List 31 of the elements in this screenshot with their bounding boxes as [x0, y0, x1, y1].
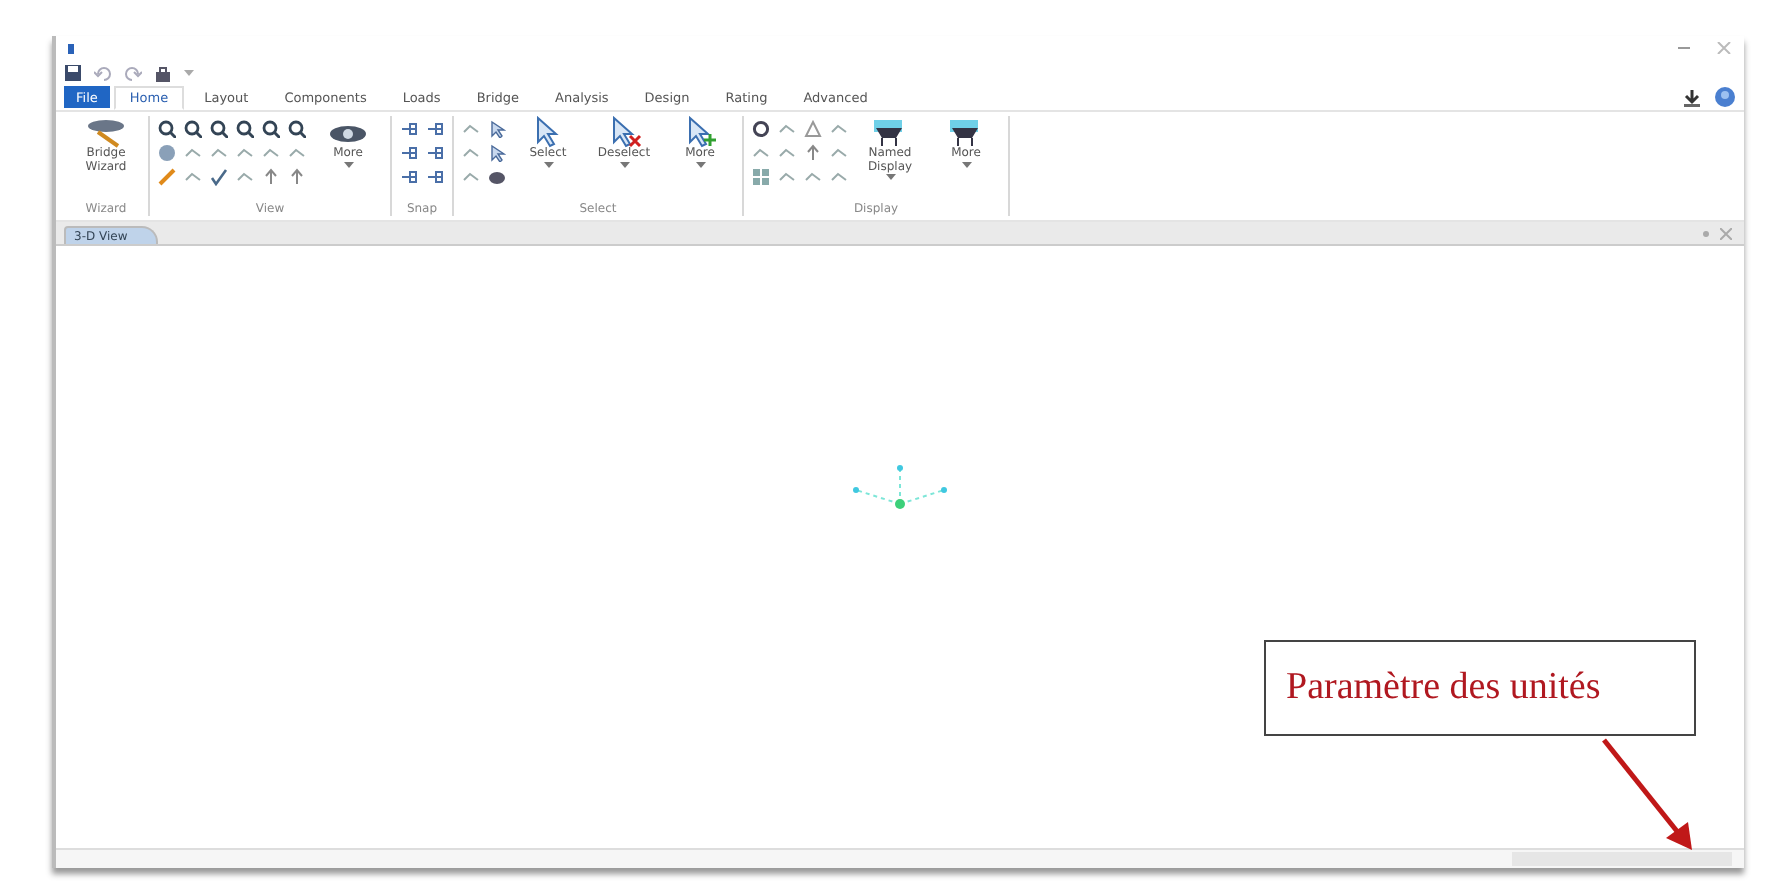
dropdown-icon[interactable]	[184, 67, 194, 77]
magnifier-icon[interactable]	[210, 120, 228, 138]
triangle-icon[interactable]	[804, 120, 822, 138]
redo-icon[interactable]	[124, 63, 142, 81]
ring-icon[interactable]	[752, 120, 770, 138]
close-icon[interactable]	[1720, 227, 1732, 239]
download-icon[interactable]	[1682, 87, 1702, 107]
snap-icon[interactable]	[400, 144, 418, 162]
snap-icon[interactable]	[426, 144, 444, 162]
snap-icon[interactable]	[400, 168, 418, 186]
arrow-icon[interactable]	[288, 168, 306, 186]
grid-icon[interactable]	[752, 168, 770, 186]
snap-icon[interactable]	[400, 120, 418, 138]
magnifier-icon[interactable]	[158, 120, 176, 138]
magnifier-icon[interactable]	[262, 120, 280, 138]
check-icon[interactable]	[210, 168, 228, 186]
arrow-icon[interactable]	[262, 168, 280, 186]
close-icon[interactable]	[1716, 42, 1732, 54]
bridge-wizard-icon	[86, 116, 126, 148]
magnifier-icon[interactable]	[184, 120, 202, 138]
snap-icon[interactable]	[426, 168, 444, 186]
pencil-icon[interactable]	[158, 168, 176, 186]
save-icon[interactable]	[64, 63, 82, 81]
minimize-icon[interactable]	[1676, 42, 1692, 54]
undo-icon[interactable]	[94, 63, 112, 81]
magnifier-icon[interactable]	[236, 120, 254, 138]
magnifier-icon[interactable]	[288, 120, 306, 138]
app-icon	[68, 43, 74, 53]
snap-icon[interactable]	[426, 120, 444, 138]
annotation-text: Paramètre des unités	[1286, 666, 1601, 710]
arrow-icon[interactable]	[804, 144, 822, 162]
